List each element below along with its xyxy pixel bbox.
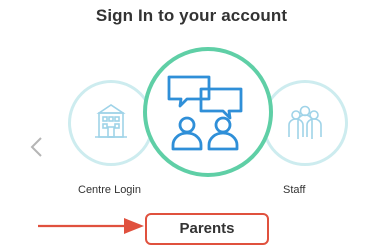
staff-label: Staff [283, 184, 306, 196]
page-title: Sign In to your account [95, 6, 288, 25]
parents-option[interactable] [143, 47, 273, 177]
chevron-left-icon[interactable] [28, 136, 46, 158]
group-icon [288, 105, 322, 139]
staff-option[interactable] [262, 80, 348, 166]
centre-login-option[interactable] [68, 80, 154, 166]
chat-people-icon [167, 75, 243, 151]
building-icon [95, 104, 127, 138]
parents-button[interactable]: Parents [145, 213, 269, 245]
centre-login-label: Centre Login [78, 184, 141, 196]
annotation-arrow-icon [38, 218, 144, 234]
